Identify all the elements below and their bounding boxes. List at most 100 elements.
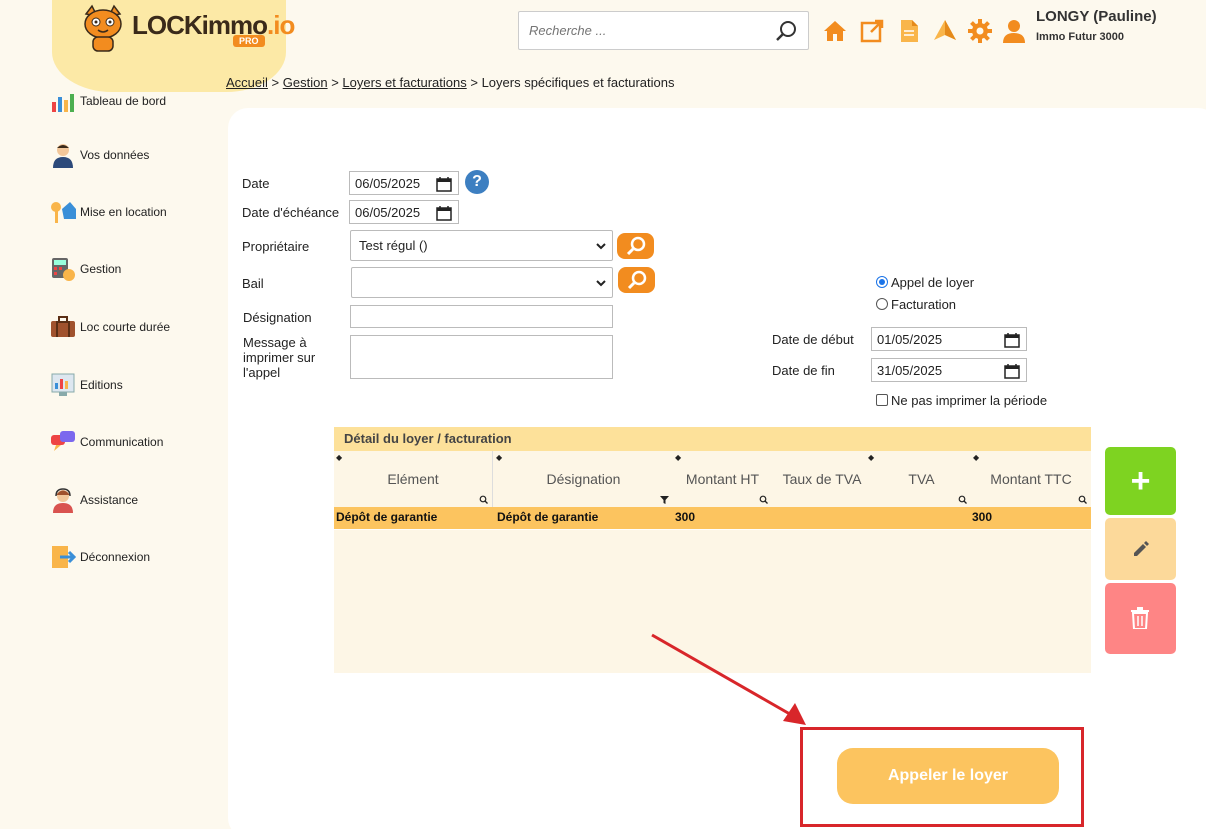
user-company: Immo Futur 3000 — [1036, 31, 1125, 43]
due-date-label: Date d'échéance — [242, 205, 340, 220]
logo-wordmark[interactable]: LOCKimmo.io — [132, 10, 295, 41]
sidebar-item-label: Vos données — [80, 148, 150, 162]
no-print-period-label[interactable]: Ne pas imprimer la période — [891, 393, 1047, 408]
table-title: Détail du loyer / facturation — [334, 427, 1091, 451]
table-cell[interactable]: 300 — [675, 510, 695, 524]
trash-icon — [1131, 607, 1149, 629]
owner-label: Propriétaire — [242, 239, 310, 254]
user-icon[interactable] — [1001, 18, 1027, 44]
calendar-icon[interactable] — [436, 205, 452, 221]
pro-badge: PRO — [233, 35, 265, 47]
start-date-field[interactable]: 01/05/2025 — [871, 327, 1027, 351]
lease-select[interactable] — [351, 267, 613, 298]
search-icon[interactable] — [759, 495, 768, 504]
due-date-field[interactable]: 06/05/2025 — [349, 200, 459, 224]
help-icon[interactable]: ? — [465, 170, 489, 194]
search-icon[interactable] — [958, 495, 967, 504]
keys-house-icon — [51, 202, 76, 223]
sidebar-item-label: Communication — [80, 435, 164, 449]
end-date-field[interactable]: 31/05/2025 — [871, 358, 1027, 382]
sidebar-item-label: Gestion — [80, 262, 122, 276]
magnifier-icon — [626, 236, 646, 256]
suitcase-icon — [51, 316, 75, 337]
breadcrumb-current: Loyers spécifiques et facturations — [481, 75, 675, 90]
paper-plane-icon[interactable] — [932, 18, 958, 44]
message-textarea[interactable] — [350, 335, 613, 379]
search-box[interactable] — [518, 11, 809, 50]
sidebar-item-label: Assistance — [80, 493, 139, 507]
calendar-icon[interactable] — [436, 176, 452, 192]
search-icon[interactable] — [1078, 495, 1087, 504]
sidebar-item-your-data[interactable]: Vos données — [50, 142, 149, 168]
breadcrumb-home[interactable]: Accueil — [226, 75, 268, 90]
search-icon[interactable] — [774, 19, 798, 43]
column-header-vat[interactable]: TVA — [872, 451, 971, 507]
sidebar-item-label: Mise en location — [80, 205, 167, 219]
column-header-amount-ht[interactable]: ◆ Montant HT — [673, 451, 772, 507]
support-agent-icon — [53, 488, 73, 513]
designation-input[interactable] — [350, 305, 613, 328]
pencil-icon — [1134, 541, 1149, 556]
table-cell[interactable]: Dépôt de garantie — [497, 510, 598, 524]
sidebar-item-logout[interactable]: Déconnexion — [50, 544, 150, 570]
user-name[interactable]: LONGY (Pauline) — [1036, 8, 1157, 25]
table-cell[interactable]: Dépôt de garantie — [336, 510, 437, 524]
table-cell[interactable]: 300 — [972, 510, 992, 524]
gear-icon[interactable] — [967, 18, 993, 44]
annotation-arrow — [651, 633, 806, 725]
filter-icon[interactable] — [660, 495, 669, 504]
calendar-icon[interactable] — [1004, 332, 1020, 348]
owner-select[interactable]: Test régul () — [350, 230, 613, 261]
chat-bubbles-icon — [51, 431, 75, 451]
sidebar-item-dashboard[interactable]: Tableau de bord — [50, 88, 166, 114]
sort-icon[interactable]: ◆ — [973, 453, 979, 462]
sort-icon[interactable]: ◆ — [336, 453, 342, 462]
invoice-radio[interactable] — [876, 298, 888, 310]
sidebar-item-communication[interactable]: Communication — [50, 429, 163, 455]
message-label: Message à imprimer sur l'appel — [243, 335, 316, 380]
highlight-frame — [800, 727, 1084, 827]
no-print-period-checkbox[interactable] — [876, 394, 888, 406]
sidebar-item-label: Tableau de bord — [80, 94, 167, 108]
home-icon[interactable] — [822, 18, 848, 44]
column-header-element[interactable]: ◆ Elément — [334, 451, 493, 507]
sort-icon[interactable]: ◆ — [675, 453, 681, 462]
sidebar-item-assistance[interactable]: Assistance — [50, 487, 138, 513]
delete-line-button[interactable] — [1105, 583, 1176, 654]
sort-icon[interactable]: ◆ — [496, 453, 502, 462]
calendar-icon[interactable] — [1004, 363, 1020, 379]
edit-line-button[interactable] — [1105, 518, 1176, 580]
rent-call-radio[interactable] — [876, 276, 888, 288]
date-label: Date — [242, 176, 270, 191]
lease-search-button[interactable] — [618, 267, 655, 293]
breadcrumb-rents[interactable]: Loyers et facturations — [342, 75, 466, 90]
search-icon[interactable] — [479, 495, 488, 504]
sidebar-item-rental[interactable]: Mise en location — [50, 199, 167, 225]
column-header-designation[interactable]: ◆ Désignation — [494, 451, 673, 507]
date-field[interactable]: 06/05/2025 — [349, 171, 459, 195]
external-link-icon[interactable] — [859, 18, 885, 44]
document-icon[interactable] — [896, 18, 922, 44]
sidebar-item-label: Déconnexion — [80, 550, 151, 564]
sidebar-item-editions[interactable]: Editions — [50, 372, 123, 398]
add-line-button[interactable]: + — [1105, 447, 1176, 515]
lease-label: Bail — [242, 276, 264, 291]
rent-call-label[interactable]: Appel de loyer — [891, 275, 974, 290]
search-input[interactable] — [519, 12, 759, 49]
report-icon — [51, 373, 75, 396]
designation-label: Désignation — [243, 310, 312, 325]
start-date-label: Date de début — [772, 332, 854, 347]
owner-search-button[interactable] — [617, 233, 654, 259]
sidebar-item-short-term[interactable]: Loc courte durée — [50, 314, 170, 340]
invoice-label[interactable]: Facturation — [891, 297, 956, 312]
column-header-amount-ttc[interactable]: ◆ Montant TTC — [971, 451, 1091, 507]
chevron-down-icon — [596, 243, 606, 250]
sidebar-item-label: Loc courte durée — [80, 320, 171, 334]
sidebar-item-management[interactable]: Gestion — [50, 256, 121, 282]
user-person-icon — [53, 144, 73, 168]
end-date-label: Date de fin — [772, 363, 835, 378]
cat-mascot-icon — [84, 4, 122, 52]
breadcrumb-gestion[interactable]: Gestion — [283, 75, 328, 90]
column-header-vat-rate[interactable]: ◆ Taux de TVA — [772, 451, 875, 507]
sidebar-item-label: Editions — [80, 378, 123, 392]
